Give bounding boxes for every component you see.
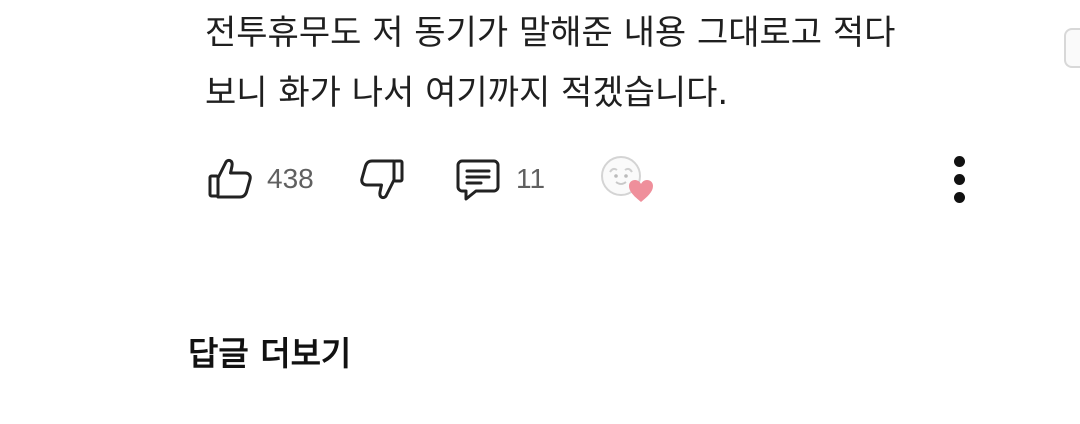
thumbs-up-icon xyxy=(207,156,253,202)
comment-icon xyxy=(454,155,502,203)
comment-body: 전투휴무도 저 동기가 말해준 내용 그대로고 적다 보니 화가 나서 여기까지… xyxy=(205,3,1025,123)
side-panel-edge[interactable] xyxy=(1064,28,1080,68)
like-button[interactable]: 438 xyxy=(207,150,314,208)
creator-heart-icon xyxy=(597,156,659,210)
like-count: 438 xyxy=(267,163,314,194)
comment-line-2: 보니 화가 나서 여기까지 적겠습니다. xyxy=(205,73,729,113)
reply-button[interactable]: 11 xyxy=(454,150,545,208)
reply-count: 11 xyxy=(516,163,546,194)
comment-line-1: 전투휴무도 저 동기가 말해준 내용 그대로고 적다 xyxy=(205,13,896,53)
creator-heart-badge xyxy=(597,154,659,206)
more-replies-link[interactable]: 답글 더보기 xyxy=(188,330,351,378)
dislike-button[interactable] xyxy=(359,150,405,208)
thumbs-down-icon xyxy=(359,156,405,202)
comment-action-bar: 438 11 xyxy=(207,150,987,208)
more-options-button[interactable] xyxy=(949,152,971,208)
more-vertical-icon xyxy=(954,156,965,167)
